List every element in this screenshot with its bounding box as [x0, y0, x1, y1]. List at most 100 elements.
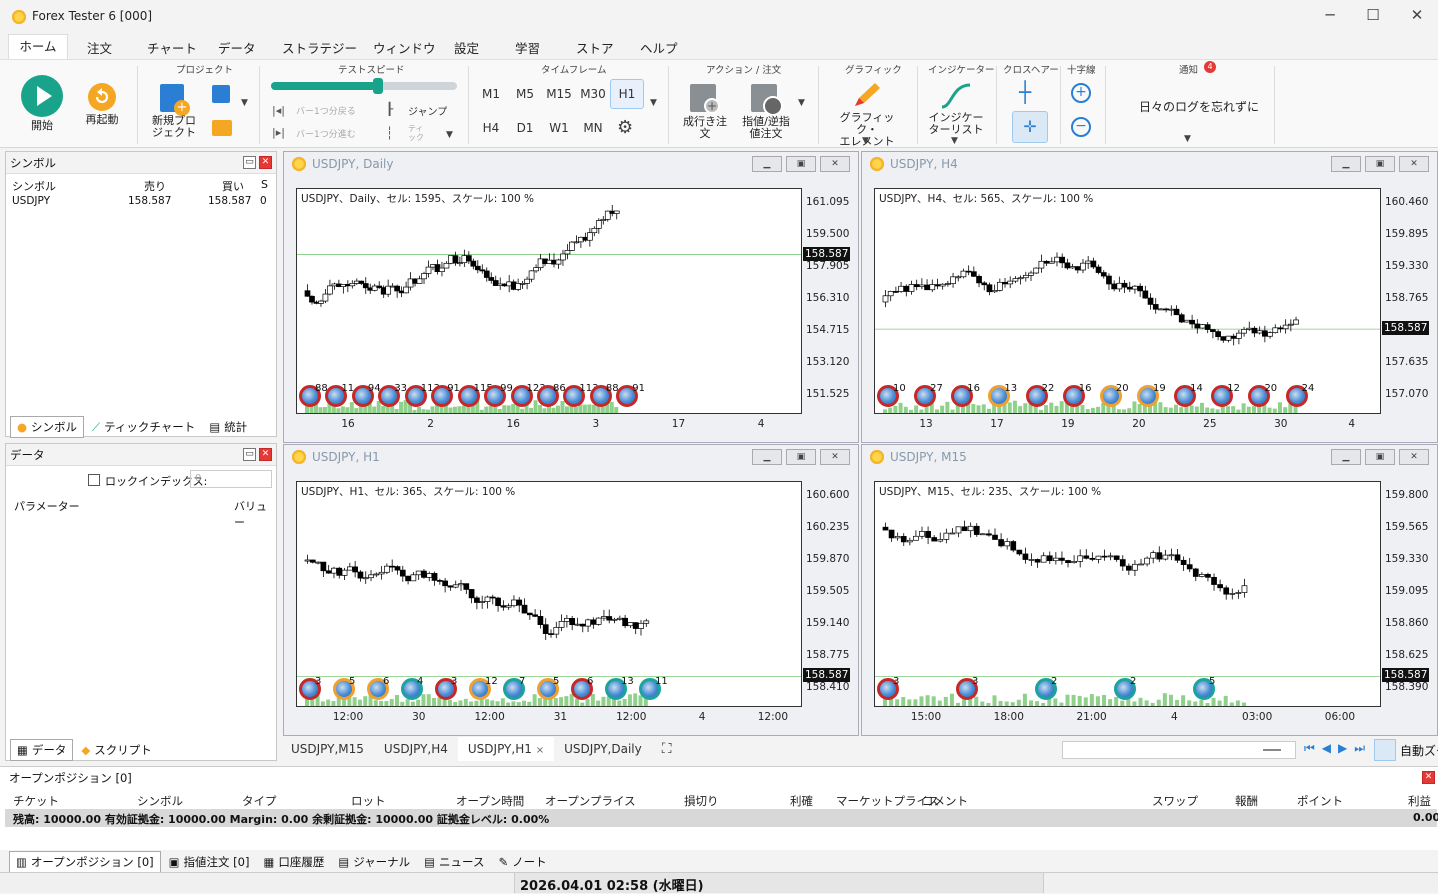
chart-maximize-button[interactable]: ▣: [1365, 449, 1395, 465]
fullscreen-icon[interactable]: ⛶: [652, 737, 682, 761]
speed-slider-handle[interactable]: [373, 78, 383, 94]
col-take-profit[interactable]: 利確: [790, 793, 813, 809]
chart-maximize-button[interactable]: ▣: [786, 156, 816, 172]
tf-d1[interactable]: D1: [510, 115, 540, 141]
menu-settings[interactable]: 設定: [454, 38, 479, 57]
start-button[interactable]: [21, 75, 63, 117]
maximize-button[interactable]: ☐: [1358, 6, 1388, 24]
chart-close-button[interactable]: ✕: [1399, 156, 1429, 172]
indicator-icon[interactable]: [940, 81, 972, 111]
tab-data[interactable]: ▦ データ: [10, 739, 74, 761]
lock-index-checkbox[interactable]: [88, 474, 100, 486]
tab-notes[interactable]: ✎ ノート: [492, 851, 552, 873]
col-lots[interactable]: ロット: [351, 793, 386, 809]
minimize-button[interactable]: ─: [1315, 6, 1345, 24]
tf-mn[interactable]: MN: [578, 115, 608, 141]
tf-m5[interactable]: M5: [510, 81, 540, 107]
tab-journal[interactable]: ▤ ジャーナル: [332, 851, 416, 873]
menu-chart[interactable]: チャート: [147, 38, 197, 57]
lock-index-input[interactable]: 0: [190, 470, 272, 488]
chevron-down-icon[interactable]: ▼: [446, 130, 453, 140]
chevron-down-icon[interactable]: ▼: [798, 98, 805, 108]
chevron-down-icon[interactable]: ▼: [862, 136, 869, 146]
col-points[interactable]: ポイント: [1297, 793, 1343, 809]
chart-scrollbar[interactable]: [1062, 741, 1296, 759]
notification-text[interactable]: 日々のログを忘れずに: [1139, 98, 1259, 115]
zoom-in-icon[interactable]: +: [1071, 83, 1091, 103]
menu-window[interactable]: ウィンドウ: [373, 38, 436, 57]
chart-minimize-button[interactable]: ▁: [1331, 156, 1361, 172]
panel-restore-button[interactable]: ▭: [243, 448, 256, 461]
zoom-out-icon[interactable]: −: [1071, 117, 1091, 137]
chevron-down-icon[interactable]: ▼: [951, 136, 958, 146]
panel-close-button[interactable]: ✕: [259, 156, 272, 169]
col-bid[interactable]: 売り: [144, 178, 166, 194]
col-commission[interactable]: 報酬: [1235, 793, 1258, 809]
chart-window-titlebar[interactable]: USDJPY, H1 ▁ ▣ ✕: [284, 445, 858, 469]
tick-label[interactable]: ティ ック: [408, 124, 424, 142]
limit-order-icon[interactable]: [751, 84, 783, 116]
new-project-icon[interactable]: +: [160, 84, 190, 116]
close-tab-icon[interactable]: ×: [536, 745, 544, 756]
tf-w1[interactable]: W1: [544, 115, 574, 141]
tab-scripts[interactable]: ◆ スクリプト: [75, 739, 157, 761]
tf-h1[interactable]: H1: [610, 79, 644, 109]
chart-window[interactable]: USDJPY, M15 ▁ ▣ ✕ USDJPY、M15、セル: 235、スケー…: [861, 444, 1438, 736]
tab-statistics[interactable]: ▤ 統計: [203, 416, 253, 438]
tf-m30[interactable]: M30: [578, 81, 608, 107]
panel-close-button[interactable]: ✕: [259, 448, 272, 461]
col-stop-loss[interactable]: 損切り: [684, 793, 719, 809]
chart-maximize-button[interactable]: ▣: [1365, 156, 1395, 172]
chart-window-titlebar[interactable]: USDJPY, Daily ▁ ▣ ✕: [284, 152, 858, 176]
chart-window[interactable]: USDJPY, Daily ▁ ▣ ✕ USDJPY、Daily、セル: 159…: [283, 151, 859, 443]
folder-icon[interactable]: [212, 120, 232, 136]
menu-home[interactable]: ホーム: [8, 34, 68, 60]
col-profit[interactable]: 利益: [1408, 793, 1431, 809]
tab-tick-chart[interactable]: ⟋ ティックチャート: [86, 416, 201, 438]
col-symbol[interactable]: シンボル: [12, 178, 56, 194]
jump-icon[interactable]: ┠: [386, 102, 393, 116]
save-icon[interactable]: [212, 85, 230, 103]
chart-tab-m15[interactable]: USDJPY,M15: [281, 737, 374, 761]
chart-close-button[interactable]: ✕: [1399, 449, 1429, 465]
tab-account-history[interactable]: ▦ 口座履歴: [257, 851, 330, 873]
tab-news[interactable]: ▤ ニュース: [418, 851, 490, 873]
chart-minimize-button[interactable]: ▁: [752, 449, 782, 465]
chart-window-titlebar[interactable]: USDJPY, M15 ▁ ▣ ✕: [862, 445, 1437, 469]
tf-m15[interactable]: M15: [544, 81, 574, 107]
auto-zoom-icon[interactable]: [1374, 739, 1396, 761]
tab-open-positions[interactable]: ▥ オープンポジション [0]: [9, 851, 161, 873]
auto-zoom-label[interactable]: 自動ズーム: [1400, 742, 1438, 759]
col-comment[interactable]: コメント: [922, 793, 968, 809]
chart-window[interactable]: USDJPY, H4 ▁ ▣ ✕ USDJPY、H4、セル: 565、スケール:…: [861, 151, 1438, 443]
speed-slider-track[interactable]: [271, 82, 457, 90]
step-forward-icon[interactable]: |▸|: [272, 126, 290, 140]
chart-tab-h4[interactable]: USDJPY,H4: [374, 737, 458, 761]
chevron-down-icon[interactable]: ▼: [650, 98, 657, 108]
col-spread[interactable]: S: [261, 178, 268, 191]
col-swap[interactable]: スワップ: [1152, 793, 1198, 809]
tick-icon[interactable]: ┆: [386, 126, 393, 140]
price-plot[interactable]: USDJPY、Daily、セル: 1595、スケール: 100 % 88 11 94 3…: [296, 188, 803, 414]
chart-minimize-button[interactable]: ▁: [752, 156, 782, 172]
restart-button[interactable]: [88, 83, 116, 111]
close-window-button[interactable]: ✕: [1402, 6, 1432, 24]
tab-symbols[interactable]: ● シンボル: [10, 416, 85, 438]
crosshair-icon[interactable]: ┼: [1019, 82, 1031, 102]
chart-maximize-button[interactable]: ▣: [786, 449, 816, 465]
chart-close-button[interactable]: ✕: [820, 156, 850, 172]
jump-label[interactable]: ジャンプ: [408, 103, 447, 118]
chart-close-button[interactable]: ✕: [820, 449, 850, 465]
chart-minimize-button[interactable]: ▁: [1331, 449, 1361, 465]
chart-tab-daily[interactable]: USDJPY,Daily: [554, 737, 652, 761]
symbol-name[interactable]: USDJPY: [12, 195, 50, 207]
col-ticket[interactable]: チケット: [13, 793, 59, 809]
step-back-label[interactable]: バー1つ分戻る: [296, 104, 356, 117]
chevron-down-icon[interactable]: ▼: [241, 98, 248, 108]
panel-close-button[interactable]: ✕: [1422, 771, 1435, 784]
gear-icon[interactable]: ⚙: [617, 117, 633, 138]
chart-tab-h1[interactable]: USDJPY,H1 ×: [457, 737, 555, 761]
market-order-label[interactable]: 成行き注 文: [680, 116, 730, 140]
price-plot[interactable]: USDJPY、M15、セル: 235、スケール: 100 % 3 3 2 2 5: [874, 481, 1382, 707]
tf-m1[interactable]: M1: [476, 81, 506, 107]
